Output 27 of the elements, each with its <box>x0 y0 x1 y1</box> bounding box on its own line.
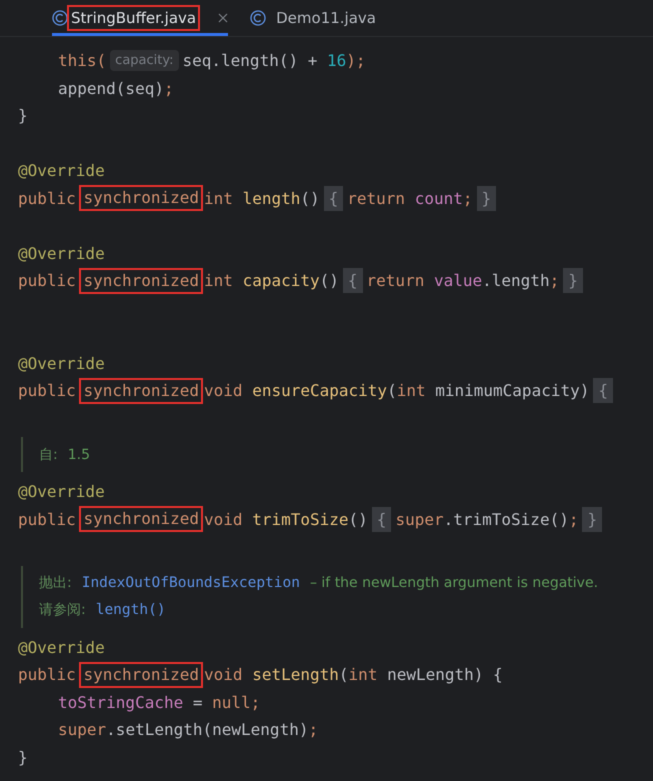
doc-link[interactable]: length() <box>96 602 166 618</box>
code-line: append(seq); <box>57 78 175 100</box>
code-line: public synchronized void ensureCapacity(int minimumCapacity) { <box>18 377 653 404</box>
code-line: @Override <box>18 352 106 374</box>
code-line: toStringCache = null; <box>57 692 262 714</box>
code-line: } <box>18 746 29 768</box>
code-line: @Override <box>18 481 106 503</box>
code-line: this( capacity: seq.length() + 16); <box>57 49 367 74</box>
class-icon <box>250 10 266 26</box>
doc-link[interactable]: IndexOutOfBoundsException <box>82 575 300 591</box>
doc-text: 1.5 <box>68 446 90 462</box>
code-line: public synchronized int capacity() { return value.length; } <box>18 267 653 294</box>
code-line: public synchronized void trimToSize() { super.trimToSize(); } <box>18 506 653 533</box>
close-icon[interactable] <box>218 13 228 23</box>
editor-tab[interactable]: Demo11.java <box>250 0 381 36</box>
code-line: super.setLength(newLength); <box>57 719 320 741</box>
code-line: @Override <box>18 160 106 182</box>
code-line: @Override <box>18 242 106 264</box>
doc-label: 抛出: <box>39 574 72 592</box>
code-line: } <box>18 105 29 127</box>
code-line: @Override <box>18 636 106 658</box>
doc-label: 自: <box>39 446 58 464</box>
doc-label: 请参阅: <box>39 601 86 619</box>
code-line: public synchronized void setLength(int newLength) { <box>18 661 653 688</box>
code-line: public synchronized int length() { return count; } <box>18 184 653 212</box>
class-icon <box>52 10 68 26</box>
doc-text: – if the newLength argument is negative. <box>310 575 598 591</box>
